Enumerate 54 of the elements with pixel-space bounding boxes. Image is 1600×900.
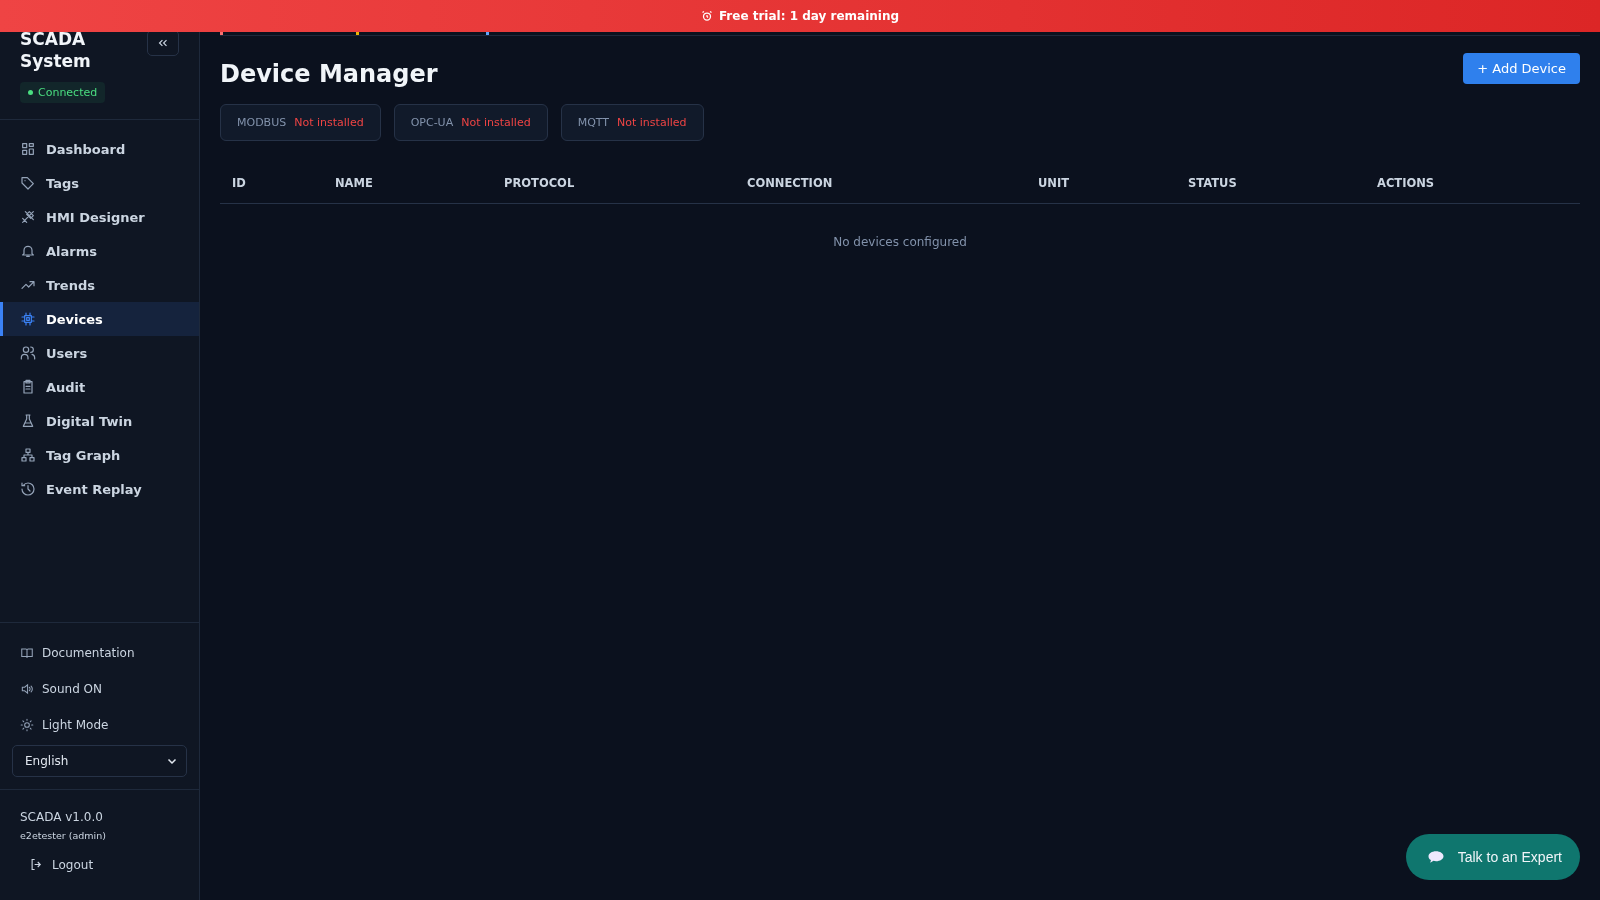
- column-header: ID: [232, 176, 247, 190]
- sidebar-link[interactable]: Documentation: [12, 635, 187, 671]
- column-header: STATUS: [1188, 176, 1238, 190]
- protocol-status: Not installed: [461, 116, 531, 129]
- trial-text: Free trial: 1 day remaining: [718, 9, 900, 23]
- nav-item[interactable]: Users: [0, 336, 199, 370]
- nav-item[interactable]: Digital Twin: [0, 404, 199, 438]
- version-text: SCADA v1.0.0: [20, 810, 104, 824]
- chat-button[interactable]: Talk to an Expert: [1405, 834, 1580, 880]
- empty-message: No devices configured: [833, 235, 967, 249]
- column-header: PROTOCOL: [504, 176, 576, 190]
- nav-item[interactable]: Devices: [0, 302, 199, 336]
- grid-icon: [20, 141, 36, 157]
- add-device-button[interactable]: + Add Device: [1463, 52, 1580, 84]
- app-title: SCADA System: [20, 28, 92, 72]
- tools-icon: [20, 209, 36, 225]
- protocol-name: MQTT: [577, 116, 610, 129]
- protocol-name: MODBUS: [237, 116, 287, 129]
- logout-button[interactable]: Logout: [29, 857, 94, 872]
- users-icon: [20, 345, 36, 361]
- nav-item[interactable]: Audit: [0, 370, 199, 404]
- sidebar-link[interactable]: Sound ON: [12, 671, 187, 707]
- chip-icon: [20, 311, 36, 327]
- sidebar-link[interactable]: Light Mode: [12, 707, 187, 743]
- logout-icon: [29, 857, 44, 872]
- nav-item[interactable]: Dashboard: [0, 132, 199, 166]
- column-header: NAME: [335, 176, 374, 190]
- speaker-icon: [20, 682, 34, 696]
- flask-icon: [20, 413, 36, 429]
- history-icon: [20, 481, 36, 497]
- sun-icon: [20, 718, 34, 732]
- book-icon: [20, 646, 34, 660]
- nav-item[interactable]: Tag Graph: [0, 438, 199, 472]
- page-title: Device Manager: [220, 60, 438, 88]
- alarm-clock-icon: [700, 10, 713, 22]
- column-header: ACTIONS: [1377, 176, 1436, 190]
- clipboard-icon: [20, 379, 36, 395]
- bell-icon: [20, 243, 36, 259]
- nav-item[interactable]: HMI Designer: [0, 200, 199, 234]
- collapse-button[interactable]: [147, 30, 179, 56]
- language-select[interactable]: English: [12, 745, 187, 777]
- hierarchy-icon: [20, 447, 36, 463]
- connection-badge: Connected: [20, 82, 106, 103]
- column-header: CONNECTION: [747, 176, 834, 190]
- protocol-status: Not installed: [294, 116, 364, 129]
- nav-item[interactable]: Alarms: [0, 234, 199, 268]
- column-header: UNIT: [1038, 176, 1071, 190]
- tag-icon: [20, 175, 36, 191]
- nav-item[interactable]: Trends: [0, 268, 199, 302]
- protocol-status: Not installed: [617, 116, 687, 129]
- protocol-name: OPC-UA: [410, 116, 454, 129]
- nav-item[interactable]: Tags: [0, 166, 199, 200]
- nav-item[interactable]: Event Replay: [0, 472, 199, 506]
- user-text: e2etester (admin): [20, 830, 107, 841]
